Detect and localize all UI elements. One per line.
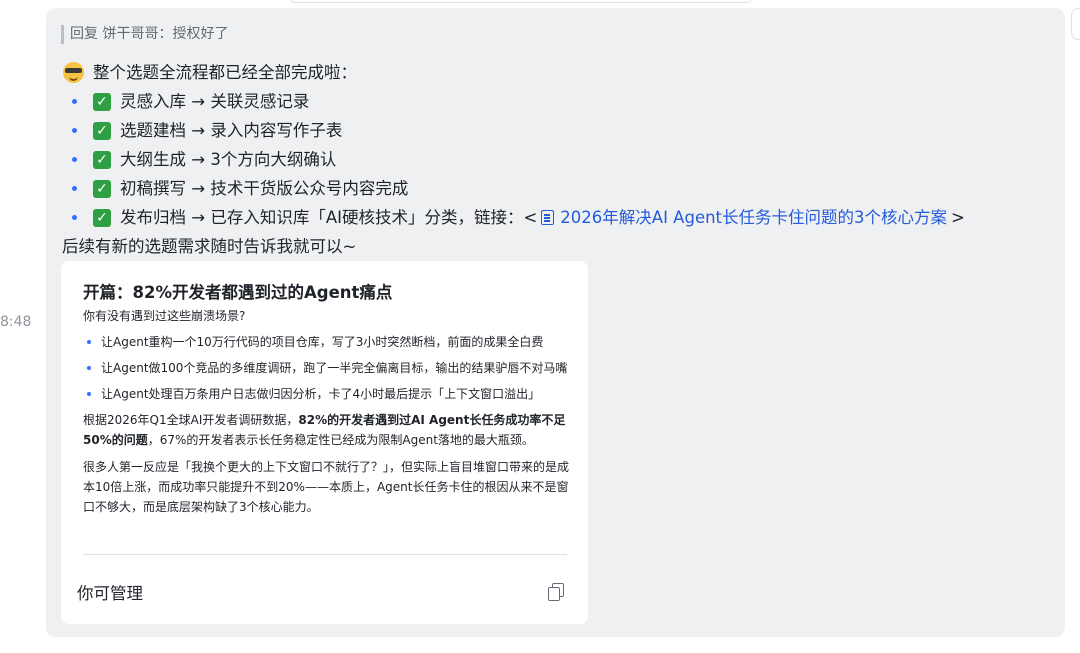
list-item: ✓ 初稿撰写 → 技术干货版公众号内容完成 — [62, 174, 1062, 203]
list-item: ✓ 灵感入库 → 关联灵感记录 — [62, 87, 1062, 116]
bullet-icon — [72, 128, 77, 133]
chat-view: 8:48 回复 饼干哥哥：授权好了 整个选题全流程都已经全部完成啦： ✓ 灵感入… — [0, 0, 1080, 653]
previous-message-edge — [290, 0, 752, 3]
list-item: ✓ 大纲生成 → 3个方向大纲确认 — [62, 145, 1062, 174]
sunglasses-emoji-icon — [63, 62, 84, 83]
checkmark-icon: ✓ — [93, 208, 111, 227]
checkmark-icon: ✓ — [93, 150, 111, 169]
card-title: 开篇：82%开发者都遇到过的Agent痛点 — [83, 283, 393, 302]
message-content: 整个选题全流程都已经全部完成啦： ✓ 灵感入库 → 关联灵感记录 ✓ 选题建档 … — [62, 58, 1062, 261]
list-item: 让Agent做100个竞品的多维度调研，跑了一半完全偏离目标，输出的结果驴唇不对… — [83, 358, 569, 378]
copy-icon-front — [548, 587, 560, 601]
card-divider — [83, 554, 567, 555]
card-footer-label: 你可管理 — [77, 584, 143, 603]
checkmark-icon: ✓ — [93, 121, 111, 140]
knowledge-doc-link[interactable]: 2026年解决AI Agent长任务卡住问题的3个核心方案 — [541, 203, 947, 232]
message-outro: 后续有新的选题需求随时告诉我就可以~ — [62, 237, 357, 256]
doc-preview-card[interactable]: 开篇：82%开发者都遇到过的Agent痛点 你有没有遇到过这些崩溃场景? 让Ag… — [61, 261, 588, 624]
message-intro: 整个选题全流程都已经全部完成啦： — [62, 58, 1062, 87]
card-paragraph-analysis: 很多人第一反应是「我换个更大的上下文窗口不就行了？」，但实际上盲目堆窗口带来的是… — [83, 460, 570, 514]
step-label: 选题建档 → 录入内容写作子表 — [120, 121, 343, 140]
step-label: 大纲生成 → 3个方向大纲确认 — [120, 150, 337, 169]
document-icon — [541, 210, 555, 225]
doc-link-text[interactable]: 2026年解决AI Agent长任务卡住问题的3个核心方案 — [560, 203, 947, 232]
bullet-icon — [72, 157, 77, 162]
list-item: ✓ 选题建档 → 录入内容写作子表 — [62, 116, 1062, 145]
step-label: 初稿撰写 → 技术干货版公众号内容完成 — [120, 179, 409, 198]
card-intro: 你有没有遇到过这些崩溃场景? — [83, 309, 246, 323]
side-panel-edge — [1071, 8, 1080, 40]
card-body: 你有没有遇到过这些崩溃场景? 让Agent重构一个10万行代码的项目仓库，写了3… — [83, 306, 569, 524]
list-item: ✓ 发布归档 → 已存入知识库「AI硬核技术」分类，链接：< 2026年解决AI… — [62, 203, 1062, 232]
step-label: 灵感入库 → 关联灵感记录 — [120, 92, 310, 111]
step-label: 发布归档 → 已存入知识库「AI硬核技术」分类，链接：< — [120, 208, 538, 227]
stats-suffix: ，67%的开发者表示长任务稳定性已经成为限制Agent落地的最大瓶颈。 — [147, 433, 534, 447]
message-timestamp: 8:48 — [0, 314, 32, 330]
list-item: 让Agent处理百万条用户日志做归因分析，卡了4小时最后提示「上下文窗口溢出」 — [83, 384, 569, 404]
intro-text: 整个选题全流程都已经全部完成啦： — [93, 63, 357, 82]
copy-icon[interactable] — [548, 583, 564, 601]
checkmark-icon: ✓ — [93, 92, 111, 111]
list-item: 让Agent重构一个10万行代码的项目仓库，写了3小时突然断档，前面的成果全白费 — [83, 332, 569, 352]
card-bullet-list: 让Agent重构一个10万行代码的项目仓库，写了3小时突然断档，前面的成果全白费… — [83, 332, 569, 404]
bullet-icon — [72, 215, 77, 220]
stats-prefix: 根据2026年Q1全球AI开发者调研数据， — [83, 413, 299, 427]
bullet-icon — [72, 186, 77, 191]
bullet-icon — [72, 99, 77, 104]
checkmark-icon: ✓ — [93, 179, 111, 198]
step-suffix: > — [951, 208, 965, 227]
reply-quote[interactable]: 回复 饼干哥哥：授权好了 — [61, 25, 228, 44]
card-paragraph-stats: 根据2026年Q1全球AI开发者调研数据，82%的开发者遇到过AI Agent长… — [83, 410, 569, 450]
